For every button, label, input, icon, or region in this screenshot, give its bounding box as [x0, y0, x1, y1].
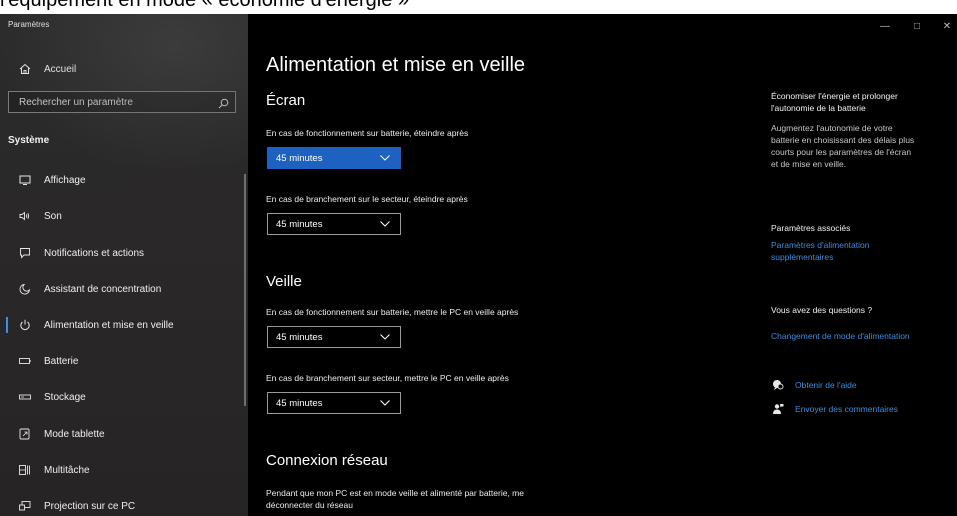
network-heading: Connexion réseau — [266, 452, 388, 469]
additional-power-settings-link-line2[interactable]: supplémentaires — [771, 251, 951, 263]
tablet-icon — [16, 425, 34, 443]
screen-battery-dropdown[interactable]: 45 minutes — [267, 147, 401, 169]
sidebar-item-power-sleep[interactable]: Alimentation et mise en veille — [0, 308, 246, 342]
sidebar-item-display[interactable]: Affichage — [0, 163, 246, 197]
sidebar: Paramètres Accueil Système Affichage So — [0, 14, 248, 516]
section-label-system: Système — [8, 135, 50, 146]
save-energy-text-line1: Augmentez l'autonomie de votre — [771, 123, 893, 133]
sidebar-item-sound[interactable]: Son — [0, 199, 246, 233]
network-description-line2: déconnecter du réseau — [266, 500, 353, 510]
battery-icon — [16, 352, 34, 370]
home-icon — [16, 60, 34, 78]
get-help-label: Obtenir de l'aide — [795, 380, 857, 390]
sidebar-item-label: Projection sur ce PC — [44, 500, 136, 512]
search-icon[interactable] — [218, 96, 229, 114]
multitask-icon — [16, 461, 34, 479]
sidebar-item-multitasking[interactable]: Multitâche — [0, 453, 246, 487]
sidebar-item-label: Multitâche — [44, 464, 90, 476]
sidebar-item-label: Affichage — [44, 174, 86, 186]
sidebar-item-label: Son — [44, 210, 62, 222]
minimize-button[interactable]: — — [870, 14, 900, 38]
dropdown-value: 45 minutes — [276, 152, 323, 164]
additional-power-settings-link-line1[interactable]: Paramètres d'alimentation — [771, 239, 951, 251]
search-box[interactable] — [8, 91, 236, 113]
sidebar-item-label: Accueil — [44, 63, 77, 75]
sleep-battery-dropdown[interactable]: 45 minutes — [267, 326, 401, 348]
chevron-down-icon — [380, 334, 390, 340]
sidebar-item-home[interactable]: Accueil — [0, 52, 246, 86]
sidebar-item-label: Batterie — [44, 355, 79, 367]
search-input[interactable] — [9, 92, 229, 112]
screen-battery-label: En cas de fonctionnement sur batterie, é… — [266, 128, 469, 138]
get-help-link[interactable]: Obtenir de l'aide — [771, 378, 857, 392]
sidebar-item-tablet-mode[interactable]: Mode tablette — [0, 417, 246, 451]
sidebar-item-label: Stockage — [44, 391, 86, 403]
app-title: Paramètres — [8, 20, 50, 29]
sidebar-item-label: Alimentation et mise en veille — [44, 319, 174, 331]
network-description-line1: Pendant que mon PC est en mode veille et… — [266, 488, 524, 498]
sidebar-item-label: Assistant de concentration — [44, 283, 162, 295]
power-icon — [16, 316, 34, 334]
send-feedback-link[interactable]: Envoyer des commentaires — [771, 402, 898, 416]
page-title: Alimentation et mise en veille — [266, 54, 526, 76]
sidebar-item-projection[interactable]: Projection sur ce PC — [0, 489, 246, 516]
save-energy-text-line4: et de mise en veille. — [771, 159, 847, 169]
dropdown-value: 45 minutes — [276, 397, 323, 409]
storage-icon — [16, 388, 34, 406]
chevron-down-icon — [380, 221, 390, 227]
save-energy-heading-line1: Économiser l'énergie et prolonger — [771, 91, 898, 101]
settings-window: Paramètres Accueil Système Affichage So — [0, 14, 957, 516]
chevron-down-icon — [380, 155, 390, 161]
moon-icon — [16, 280, 34, 298]
sidebar-item-notifications[interactable]: Notifications et actions — [0, 236, 246, 270]
save-energy-heading-line2: l'autonomie de la batterie — [771, 103, 866, 113]
screen-heading: Écran — [266, 92, 306, 109]
related-settings-heading: Paramètres associés — [771, 223, 851, 233]
sidebar-item-label: Mode tablette — [44, 428, 105, 440]
display-icon — [16, 171, 34, 189]
maximize-button[interactable]: □ — [902, 14, 932, 38]
document-caption: l'équipement en mode « économie d'énergi… — [0, 0, 957, 14]
speaker-icon — [16, 207, 34, 225]
projection-icon — [16, 497, 34, 515]
sleep-battery-label: En cas de fonctionnement sur batterie, m… — [266, 307, 519, 317]
screen-plugged-label: En cas de branchement sur le secteur, ét… — [266, 194, 468, 204]
notification-icon — [16, 244, 34, 262]
sleep-heading: Veille — [266, 273, 302, 290]
close-button[interactable]: ✕ — [932, 14, 957, 38]
power-mode-change-link[interactable]: Changement de mode d'alimentation — [771, 330, 951, 342]
sidebar-scrollbar[interactable] — [244, 174, 246, 406]
help-chat-icon — [771, 378, 785, 392]
screen-plugged-dropdown[interactable]: 45 minutes — [267, 213, 401, 235]
save-energy-text-line2: batterie en choisissant des délais plus — [771, 135, 915, 145]
sidebar-item-label: Notifications et actions — [44, 247, 145, 259]
questions-heading: Vous avez des questions ? — [771, 305, 873, 315]
sidebar-item-focus-assist[interactable]: Assistant de concentration — [0, 272, 246, 306]
sleep-plugged-dropdown[interactable]: 45 minutes — [267, 392, 401, 414]
chevron-down-icon — [380, 400, 390, 406]
dropdown-value: 45 minutes — [276, 331, 323, 343]
sidebar-item-storage[interactable]: Stockage — [0, 380, 246, 414]
save-energy-text-line3: courts pour les paramètres de l'écran — [771, 147, 912, 157]
sleep-plugged-label: En cas de branchement sur secteur, mettr… — [266, 373, 509, 383]
dropdown-value: 45 minutes — [276, 218, 323, 230]
sidebar-item-battery[interactable]: Batterie — [0, 344, 246, 378]
caption-text: l'équipement en mode « économie d'énergi… — [0, 0, 410, 11]
feedback-person-icon — [771, 402, 785, 416]
send-feedback-label: Envoyer des commentaires — [795, 404, 898, 414]
